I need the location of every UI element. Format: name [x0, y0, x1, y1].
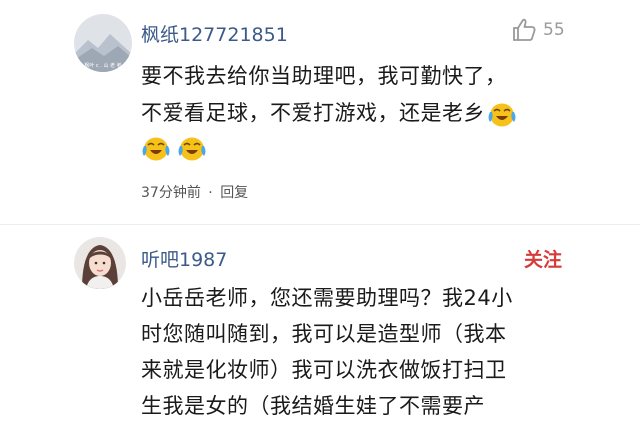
- meta-separator: ·: [208, 185, 213, 201]
- avatar[interactable]: 枫叶 c . 山 老 者: [74, 14, 132, 72]
- like-button[interactable]: 55: [511, 17, 565, 43]
- comment-meta: 37分钟前 · 回复: [141, 182, 248, 202]
- comment-line: 要不我去给你当助理吧，我可勤快了，: [141, 64, 507, 88]
- comment-text: 小岳岳老师，您还需要助理吗？我24小 时您随叫随到，我可以是造型师（我本 来就是…: [141, 280, 513, 424]
- comment-line: 来就是化妆师）我可以洗衣做饭打扫卫: [141, 358, 507, 382]
- avatar-caption: 枫叶 c . 山 老 者: [84, 62, 121, 69]
- follow-button[interactable]: 关注: [524, 245, 562, 272]
- username[interactable]: 听吧1987: [141, 245, 227, 272]
- like-count: 55: [543, 20, 565, 40]
- comment-line: 时您随叫随到，我可以是造型师（我本: [141, 322, 507, 346]
- comment-time: 37分钟前: [141, 185, 201, 201]
- comment-item: 听吧1987 关注 小岳岳老师，您还需要助理吗？我24小 时您随叫随到，我可以是…: [0, 225, 640, 431]
- comment-line: 不爱看足球，不爱打游戏，还是老乡: [141, 101, 485, 125]
- comment-item: 枫叶 c . 山 老 者 枫纸127721851 55 要不我去给你当助理吧，我…: [0, 0, 640, 225]
- comment-line: 小岳岳老师，您还需要助理吗？我24小: [141, 286, 513, 310]
- thumbs-up-icon: [513, 18, 536, 41]
- laughing-crying-emoji-icon: [178, 137, 206, 161]
- reply-button[interactable]: 回复: [220, 185, 248, 201]
- avatar[interactable]: [74, 237, 126, 289]
- comment-text: 要不我去给你当助理吧，我可勤快了， 不爱看足球，不爱打游戏，还是老乡: [141, 58, 517, 162]
- laughing-crying-emoji-icon: [142, 137, 170, 161]
- username[interactable]: 枫纸127721851: [141, 20, 288, 47]
- comment-line: 生我是女的（我结婚生娃了不需要产: [141, 394, 485, 418]
- laughing-crying-emoji-icon: [488, 103, 516, 126]
